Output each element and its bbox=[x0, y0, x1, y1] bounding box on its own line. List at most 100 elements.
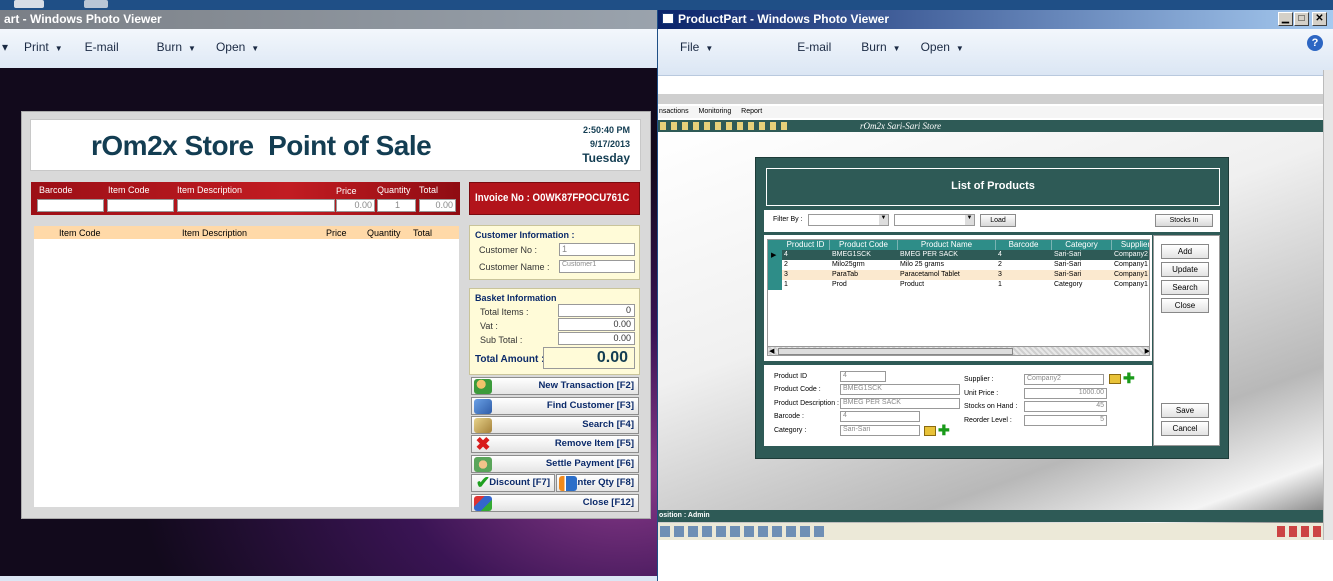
app-toolbar-icons[interactable] bbox=[660, 122, 790, 130]
product-row[interactable]: 4 BMEG1SCK BMEG PER SACK 4 Sari-Sari Company2 bbox=[768, 250, 1149, 260]
category-field[interactable]: Sari-Sari bbox=[840, 425, 920, 436]
col-product-code[interactable]: Product Code bbox=[830, 240, 898, 250]
col-product-name[interactable]: Product Name bbox=[898, 240, 996, 250]
scroll-left-arrow-icon[interactable]: ◀ bbox=[769, 347, 774, 355]
left-bottom-bar bbox=[0, 576, 657, 581]
price-input[interactable]: 0.00 bbox=[336, 199, 375, 212]
menu-file[interactable]: File ▼ bbox=[672, 40, 721, 54]
close-window-button[interactable]: ✕ bbox=[1312, 12, 1327, 26]
enter-qty-button[interactable]: Enter Qty [F8] bbox=[556, 474, 639, 492]
col-quantity[interactable]: Quantity bbox=[367, 228, 401, 238]
col-supplier[interactable]: Supplier bbox=[1112, 240, 1149, 250]
total-input[interactable]: 0.00 bbox=[419, 199, 456, 212]
supplier-field[interactable]: Company2 bbox=[1024, 374, 1104, 385]
help-icon[interactable]: ? bbox=[1307, 35, 1323, 51]
taskbar-icons[interactable] bbox=[660, 526, 828, 537]
dialog-header: List of Products bbox=[766, 168, 1220, 206]
app-menu-monitoring[interactable]: Monitoring bbox=[699, 108, 732, 115]
products-grid[interactable]: Product ID Product Code Product Name Bar… bbox=[767, 239, 1150, 356]
update-button[interactable]: Update bbox=[1161, 262, 1209, 277]
stocks-in-button[interactable]: Stocks In bbox=[1155, 214, 1213, 227]
menu-email[interactable]: E-mail bbox=[77, 40, 127, 54]
discount-button[interactable]: ✔ Discount [F7] bbox=[471, 474, 555, 492]
product-row[interactable]: 3 ParaTab Paracetamol Tablet 3 Sari-Sari Comp… bbox=[768, 270, 1149, 280]
maximize-button[interactable]: □ bbox=[1294, 12, 1309, 26]
search-product-button[interactable]: Search bbox=[1161, 280, 1209, 295]
app-toolbar: rOm2x Sari-Sari Store bbox=[658, 120, 1323, 132]
hand-coins-icon bbox=[474, 457, 492, 472]
new-transaction-button[interactable]: New Transaction [F2] bbox=[471, 377, 639, 395]
taskbar-strip bbox=[658, 523, 1323, 540]
col-price[interactable]: Price bbox=[326, 228, 347, 238]
item-description-input[interactable] bbox=[177, 199, 335, 212]
product-row[interactable]: 1 Prod Product 1 Category Company1 bbox=[768, 280, 1149, 290]
menu-open[interactable]: Open ▼ bbox=[208, 40, 267, 54]
grid-horizontal-scrollbar[interactable]: ◀ ▶ bbox=[768, 346, 1149, 355]
product-code-field[interactable]: BMEG1SCK bbox=[840, 384, 960, 395]
desktop-icon[interactable] bbox=[14, 0, 44, 8]
customer-name-field[interactable]: Customer1 bbox=[559, 260, 635, 273]
product-description-label: Product Description : bbox=[774, 400, 839, 407]
edit-category-icon[interactable] bbox=[924, 426, 936, 436]
add-button[interactable]: Add bbox=[1161, 244, 1209, 259]
col-category[interactable]: Category bbox=[1052, 240, 1112, 250]
col-item-code[interactable]: Item Code bbox=[59, 228, 101, 238]
menu-left-overflow[interactable]: ▾ bbox=[0, 40, 16, 54]
desktop-icon[interactable] bbox=[84, 0, 108, 8]
product-cell: 1 bbox=[784, 281, 788, 288]
app-menu-transactions[interactable]: nsactions bbox=[659, 108, 689, 115]
barcode-field[interactable]: 4 bbox=[840, 411, 920, 422]
product-cell: BMEG PER SACK bbox=[900, 251, 958, 258]
add-supplier-icon[interactable]: ✚ bbox=[1123, 371, 1135, 385]
product-cell: Prod bbox=[832, 281, 847, 288]
settle-payment-button[interactable]: Settle Payment [F6] bbox=[471, 455, 639, 473]
tray-icons[interactable] bbox=[1277, 526, 1321, 537]
menu-open[interactable]: Open ▼ bbox=[913, 40, 972, 54]
menu-burn[interactable]: Burn ▼ bbox=[853, 40, 908, 54]
menu-print[interactable]: Print ▼ bbox=[16, 40, 71, 54]
product-id-field[interactable]: 4 bbox=[840, 371, 886, 382]
menu-email[interactable]: E-mail bbox=[789, 40, 839, 54]
save-button[interactable]: Save bbox=[1161, 403, 1209, 418]
product-cell: Company2 bbox=[1114, 251, 1148, 258]
product-row[interactable]: 2 Milo25grm Milo 25 grams 2 Sari-Sari Company… bbox=[768, 260, 1149, 270]
col-item-description[interactable]: Item Description bbox=[182, 228, 247, 238]
users-icon bbox=[474, 379, 492, 394]
remove-item-button[interactable]: ✖ Remove Item [F5] bbox=[471, 435, 639, 453]
close-button[interactable]: Close [F12] bbox=[471, 494, 639, 512]
quantity-input[interactable]: 1 bbox=[377, 199, 416, 212]
right-scrollbar[interactable] bbox=[1323, 70, 1333, 540]
product-cell: BMEG1SCK bbox=[832, 251, 871, 258]
supplier-label: Supplier : bbox=[964, 376, 994, 383]
find-customer-button[interactable]: Find Customer [F3] bbox=[471, 397, 639, 415]
close-dialog-button[interactable]: Close bbox=[1161, 298, 1209, 313]
scroll-right-arrow-icon[interactable]: ▶ bbox=[1145, 347, 1149, 355]
pos-day: Tuesday bbox=[582, 151, 630, 165]
product-cell: Milo 25 grams bbox=[900, 261, 944, 268]
edit-supplier-icon[interactable] bbox=[1109, 374, 1121, 384]
item-code-input[interactable] bbox=[107, 199, 174, 212]
cancel-button[interactable]: Cancel bbox=[1161, 421, 1209, 436]
filter-field-select[interactable]: ▼ bbox=[808, 214, 889, 226]
unit-price-field[interactable]: 1000.00 bbox=[1024, 388, 1107, 399]
product-cell: Paracetamol Tablet bbox=[900, 271, 960, 278]
customer-no-field[interactable]: 1 bbox=[559, 243, 635, 256]
stocks-on-hand-field[interactable]: 45 bbox=[1024, 401, 1107, 412]
menu-burn[interactable]: Burn ▼ bbox=[149, 40, 204, 54]
load-button[interactable]: Load bbox=[980, 214, 1016, 227]
left-window-title[interactable]: art - Windows Photo Viewer bbox=[0, 10, 657, 29]
scroll-thumb[interactable] bbox=[778, 348, 1013, 355]
col-product-id[interactable]: Product ID bbox=[782, 240, 830, 250]
vat-label: Vat : bbox=[480, 321, 498, 331]
barcode-input[interactable] bbox=[37, 199, 104, 212]
minimize-button[interactable]: ▁ bbox=[1278, 12, 1293, 26]
search-button[interactable]: Search [F4] bbox=[471, 416, 639, 434]
col-barcode[interactable]: Barcode bbox=[996, 240, 1052, 250]
reorder-level-field[interactable]: 5 bbox=[1024, 415, 1107, 426]
col-total[interactable]: Total bbox=[413, 228, 432, 238]
app-menu-report[interactable]: Report bbox=[741, 108, 762, 115]
product-description-field[interactable]: BMEG PER SACK bbox=[840, 398, 960, 409]
filter-value-select[interactable]: ▼ bbox=[894, 214, 975, 226]
add-category-icon[interactable]: ✚ bbox=[938, 423, 950, 437]
items-grid[interactable]: Item Code Item Description Price Quantit… bbox=[34, 226, 459, 507]
